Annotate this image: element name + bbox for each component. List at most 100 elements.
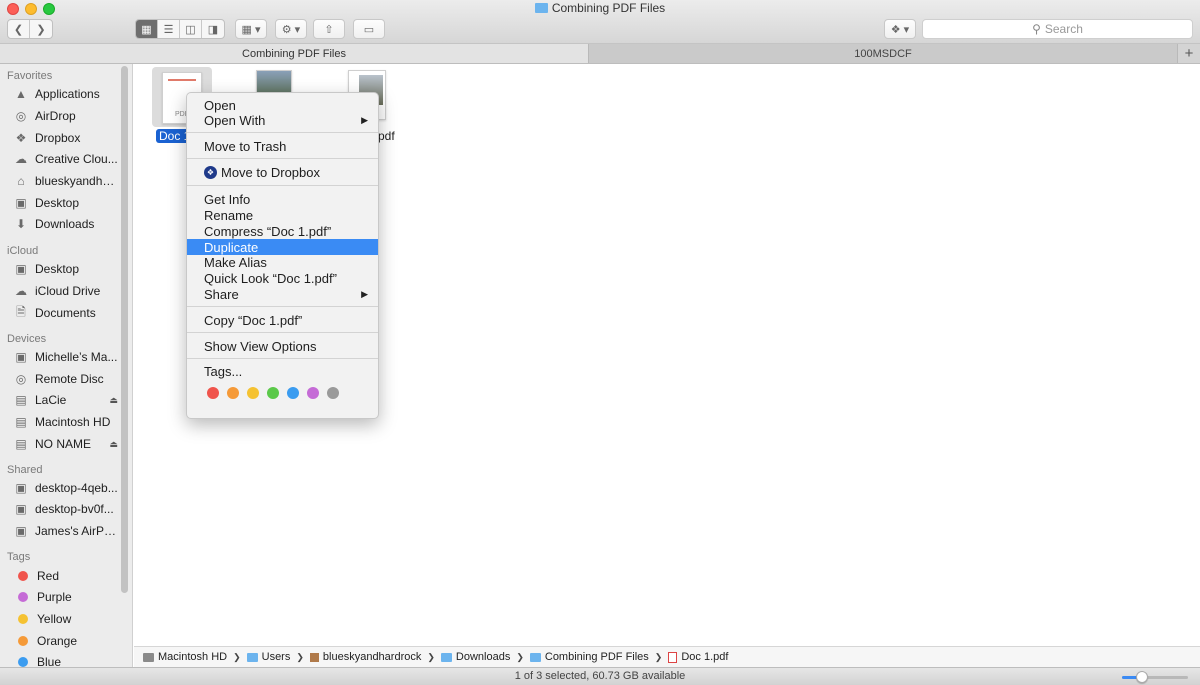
slider-knob[interactable] [1135,671,1148,683]
tag-gray-button[interactable] [327,387,339,399]
share-button[interactable]: ⇧ [313,19,345,39]
chevron-left-icon: ❮ [13,23,24,36]
path-item-doc1[interactable]: Doc 1.pdf [668,651,728,663]
path-item-combining-pdf-files[interactable]: Combining PDF Files [529,651,649,663]
new-tab-button[interactable]: + [1178,44,1200,63]
action-button[interactable]: ⚙ ▾ [275,19,307,39]
sidebar-item-macintosh-hd[interactable]: ▤ Macintosh HD [14,412,118,432]
laptop-icon: ▣ [15,350,27,364]
sidebar-item-label: Red [37,569,60,583]
pdf-preview-line [168,79,196,81]
submenu-arrow-icon: ▶ [361,114,368,125]
sidebar-tag-yellow[interactable]: Yellow [14,609,118,629]
sidebar-item-no-name[interactable]: ▤ NO NAME ⏏ [14,434,118,454]
menu-item-share[interactable]: Share ▶ [187,286,378,302]
tab-combining-pdf-files[interactable]: Combining PDF Files [0,44,589,63]
menu-item-show-view-options[interactable]: Show View Options [187,338,378,354]
sidebar-item-downloads[interactable]: ⬇ Downloads [14,214,118,234]
menu-item-rename[interactable]: Rename [187,207,378,223]
tags-header: Tags [7,551,31,563]
menu-item-tags[interactable]: Tags... [187,363,378,379]
menu-item-move-to-trash[interactable]: Move to Trash [187,138,378,154]
list-view-button[interactable]: ☰ [158,20,180,38]
sidebar-item-desktop-4qeb[interactable]: ▣ desktop-4qeb... [14,478,118,498]
dropbox-toolbar-button[interactable]: ❖ ▾ [884,19,916,39]
sidebar-scrollbar[interactable] [121,66,128,593]
path-item-macintosh-hd[interactable]: Macintosh HD [143,651,227,663]
sidebar-item-james-airport[interactable]: ▣ James's AirPo... [14,521,118,541]
menu-item-open[interactable]: Open [187,97,378,113]
monitor-icon: ▣ [15,524,27,538]
menu-item-label: Share [204,286,239,302]
file-label-doc3[interactable]: pdf [378,129,395,143]
sidebar-item-label: Yellow [37,612,72,626]
menu-item-quick-look[interactable]: Quick Look “Doc 1.pdf” [187,270,378,286]
sidebar-item-label: Documents [35,306,96,320]
menu-item-label: Tags... [204,363,243,379]
favorites-header: Favorites [7,70,53,82]
tag-green-button[interactable] [267,387,279,399]
column-view-button[interactable]: ◫ [180,20,202,38]
path-bar: Macintosh HD ❯ Users ❯ blueskyandhardroc… [134,646,1200,667]
context-menu: Open Open With ▶ Move to Trash ❖ Move to D… [186,92,379,419]
sidebar-item-desktop-bv0f[interactable]: ▣ desktop-bv0f... [14,499,118,519]
eject-icon[interactable]: ⏏ [109,439,118,450]
menu-item-compress[interactable]: Compress “Doc 1.pdf” [187,223,378,239]
submenu-arrow-icon: ▶ [361,288,368,299]
sidebar-item-icloud-drive[interactable]: ☁ iCloud Drive [14,281,118,301]
sidebar-item-icloud-desktop[interactable]: ▣ Desktop [14,259,118,279]
path-item-label: Users [261,651,291,663]
folder-icon [534,3,548,13]
sidebar-item-documents[interactable]: 🗎 Documents [14,303,118,323]
sidebar-item-desktop[interactable]: ▣ Desktop [14,193,118,213]
sidebar-item-home[interactable]: ⌂ blueskyandha... [14,171,118,191]
back-button[interactable]: ❮ [8,20,30,38]
tag-orange-button[interactable] [227,387,239,399]
tag-yellow-button[interactable] [247,387,259,399]
sidebar-item-applications[interactable]: ▲ Applications [14,84,118,104]
sidebar-item-airdrop[interactable]: ◎ AirDrop [14,106,118,126]
tab-100msdcf[interactable]: 100MSDCF [589,44,1178,63]
group-by-button[interactable]: ▦ ▾ [235,19,267,39]
eject-icon[interactable]: ⏏ [109,395,118,406]
menu-item-move-to-dropbox[interactable]: ❖ Move to Dropbox [187,164,378,180]
edit-tags-button[interactable]: ▭ [353,19,385,39]
path-separator-icon: ❯ [654,651,663,662]
sidebar-item-label: Remote Disc [35,372,104,386]
menu-item-copy[interactable]: Copy “Doc 1.pdf” [187,312,378,328]
status-text: 1 of 3 selected, 60.73 GB available [514,670,686,682]
path-item-label: blueskyandhardrock [322,651,422,663]
sidebar-tag-purple[interactable]: Purple [14,587,118,607]
search-field[interactable]: ⚲ Search [922,19,1193,39]
sidebar-tag-orange[interactable]: Orange [14,631,118,651]
sidebar-item-creative-cloud[interactable]: ☁ Creative Clou... [14,149,118,169]
path-item-users[interactable]: Users [246,651,291,663]
menu-item-open-with[interactable]: Open With ▶ [187,112,378,128]
icon-view-button[interactable]: ▦ [136,20,158,38]
sidebar-item-label: Downloads [35,217,95,231]
menu-item-label: Move to Dropbox [221,164,320,180]
tag-red-button[interactable] [207,387,219,399]
menu-item-duplicate[interactable]: Duplicate [187,239,378,255]
path-item-downloads[interactable]: Downloads [440,651,510,663]
icon-size-slider[interactable] [1122,671,1188,683]
path-item-home[interactable]: blueskyandhardrock [309,651,422,663]
gallery-view-button[interactable]: ◨ [202,20,224,38]
sidebar-item-michelles-mac[interactable]: ▣ Michelle’s Ma... [14,347,118,367]
menu-item-make-alias[interactable]: Make Alias [187,254,378,270]
sidebar: Favorites ▲ Applications ◎ AirDrop ❖ Dropbo… [0,64,133,667]
tag-purple-button[interactable] [307,387,319,399]
sidebar-item-lacie[interactable]: ▤ LaCie ⏏ [14,390,118,410]
tag-blue-button[interactable] [287,387,299,399]
forward-button[interactable]: ❯ [30,20,52,38]
applications-icon: ▲ [15,87,27,101]
downloads-icon: ⬇ [15,217,27,231]
sidebar-tag-blue[interactable]: Blue [14,652,118,667]
sidebar-item-remote-disc[interactable]: ◎ Remote Disc [14,369,118,389]
menu-item-label: Rename [204,207,254,223]
menu-item-label: Quick Look “Doc 1.pdf” [204,270,337,286]
sidebar-tag-red[interactable]: Red [14,566,118,586]
sidebar-item-dropbox[interactable]: ❖ Dropbox [14,128,118,148]
menu-separator [187,132,378,133]
menu-item-get-info[interactable]: Get Info [187,191,378,207]
